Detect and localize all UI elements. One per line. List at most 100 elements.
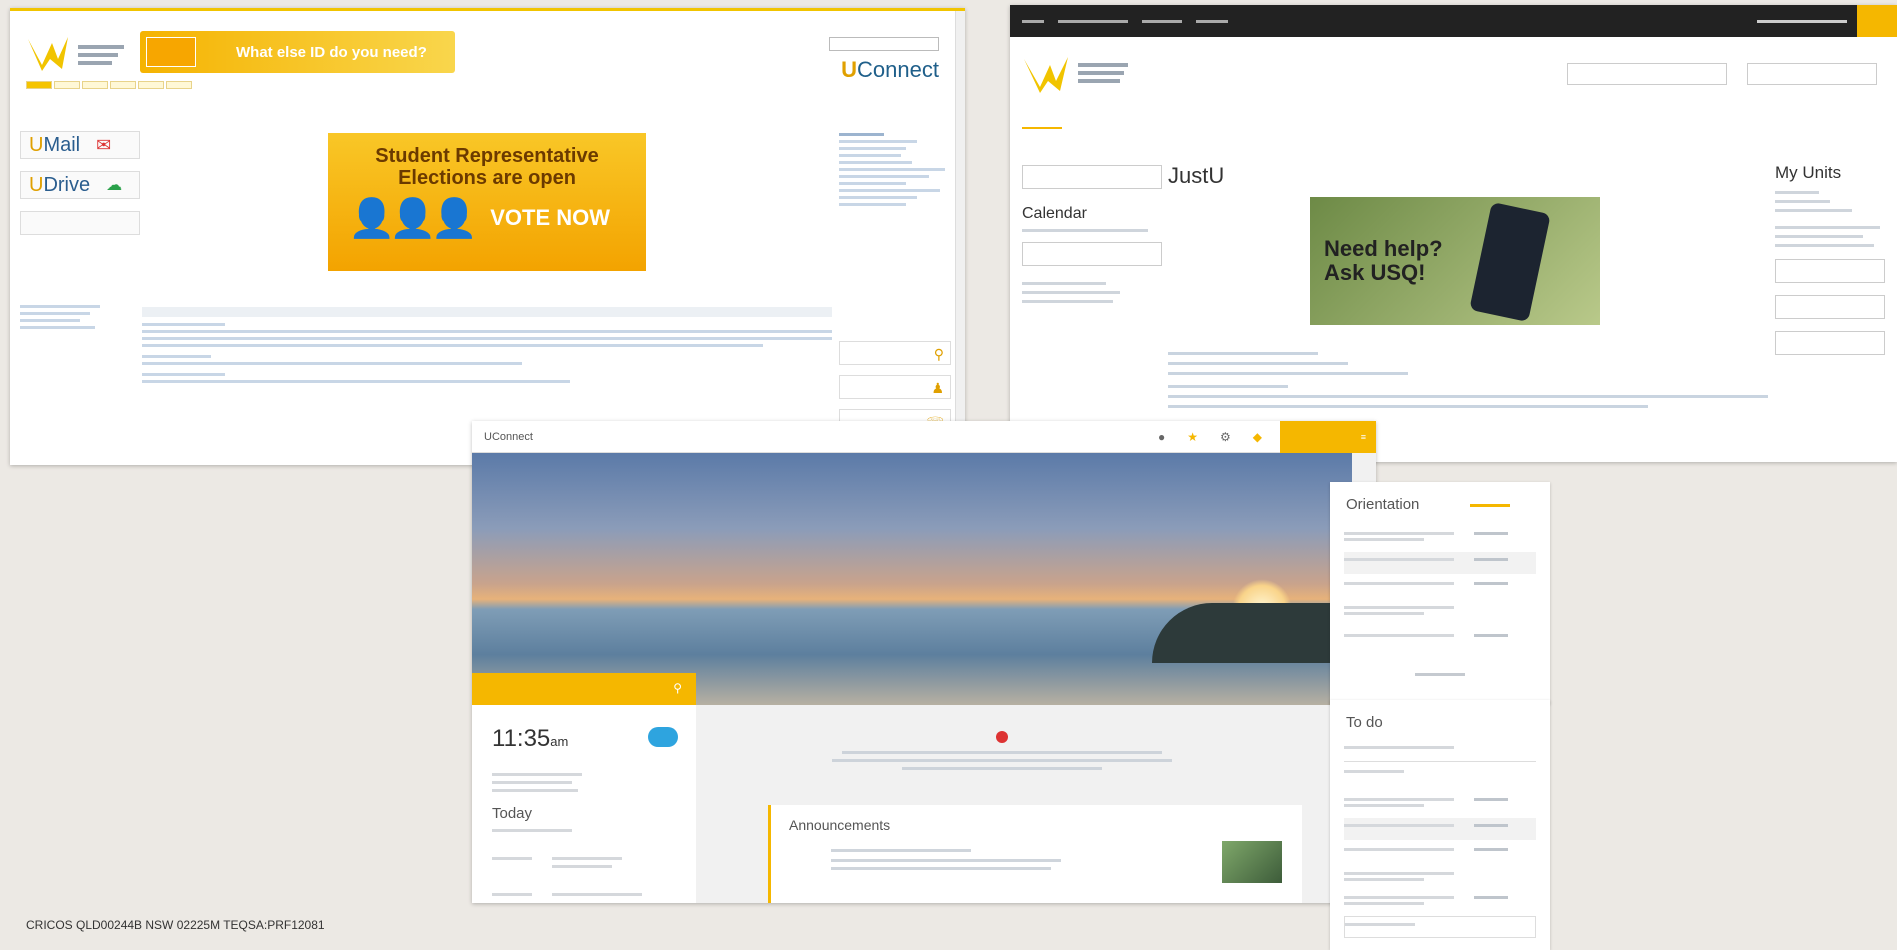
orientation-task[interactable]	[1344, 552, 1536, 574]
todo-item[interactable]	[1344, 818, 1536, 840]
help-text: Need help? Ask USQ!	[1324, 236, 1443, 285]
id-banner[interactable]: What else ID do you need?	[140, 31, 455, 73]
usq-select[interactable]	[1022, 165, 1162, 189]
today-heading: Today	[492, 805, 533, 822]
unit-box[interactable]	[1775, 259, 1885, 283]
announcements-heading: Announcements	[789, 817, 891, 833]
todo-item[interactable]	[1344, 842, 1536, 864]
unit-box[interactable]	[1775, 295, 1885, 319]
old-nav-tabs	[26, 81, 192, 89]
usq-logo	[28, 37, 124, 71]
old-right-box[interactable]: ♟	[839, 375, 951, 399]
search-icon: ⚲	[673, 681, 682, 695]
person-icon: ♟	[931, 380, 944, 396]
tab[interactable]	[1022, 117, 1062, 129]
old-nav-tab[interactable]	[82, 81, 108, 89]
alert-icon	[996, 731, 1008, 743]
umail-tile[interactable]: U Mail ✉	[20, 131, 140, 159]
usq-tabs	[1022, 117, 1398, 129]
add-todo-input[interactable]	[1344, 740, 1536, 762]
todo-item[interactable]	[1344, 890, 1536, 912]
phone-image	[1469, 201, 1551, 323]
udrive-tile[interactable]: U Drive ☁	[20, 171, 140, 199]
gmail-icon: ✉	[96, 134, 112, 155]
election-title: Student Representative	[375, 145, 599, 167]
usq-header-search[interactable]	[1747, 63, 1877, 85]
announcements-card: Announcements	[768, 805, 1302, 903]
old-right-box[interactable]: ⚲	[839, 341, 951, 365]
vote-now-label: VOTE NOW	[490, 205, 610, 230]
people-icon: 👤👤👤	[348, 198, 478, 240]
user-link[interactable]	[1757, 19, 1847, 23]
star-icon[interactable]: ★	[1187, 430, 1198, 444]
orientation-task[interactable]	[1344, 600, 1536, 622]
cricos-footer: CRICOS QLD00244B NSW 02225M TEQSA:PRF120…	[26, 918, 325, 932]
tab[interactable]	[1338, 117, 1398, 129]
bookmark-icon[interactable]: ◆	[1253, 430, 1262, 444]
orientation-panel: Orientation	[1330, 482, 1550, 704]
quick-link-tile[interactable]	[20, 211, 140, 235]
old-nav-tab[interactable]	[138, 81, 164, 89]
top-bar-link[interactable]	[1022, 19, 1044, 23]
app-title: UConnect	[484, 430, 533, 443]
usq-select[interactable]	[1022, 242, 1162, 266]
todo-filter[interactable]	[1344, 764, 1536, 786]
usq-logo	[1024, 57, 1128, 93]
my-units-panel: My Units	[1775, 163, 1885, 367]
orientation-task[interactable]	[1344, 576, 1536, 598]
old-right-links	[839, 129, 951, 210]
todo-item[interactable]	[1344, 866, 1536, 888]
user-menu-button[interactable]	[1857, 5, 1897, 37]
uconnect-brand: UConnect	[841, 57, 939, 82]
clock-time: 11:35am	[492, 725, 569, 752]
election-banner[interactable]: Student Representative Elections are open…	[328, 133, 646, 271]
new-uconnect-screenshot: UConnect ● ★ ⚙ ◆ ≡ ⚲ 11:35am Today Annou…	[472, 421, 1376, 903]
usq-left-column: Calendar	[1022, 165, 1162, 309]
banner-thumb	[146, 37, 196, 67]
notification-icon[interactable]: ●	[1158, 430, 1165, 444]
banner-title: What else ID do you need?	[236, 43, 427, 61]
tab[interactable]	[1084, 117, 1130, 129]
old-portal-screenshot: What else ID do you need? UConnect U Mail…	[10, 8, 965, 465]
old-quick-links: U Mail ✉ U Drive ☁	[20, 131, 140, 247]
my-units-heading: My Units	[1775, 163, 1842, 182]
orientation-progress	[1470, 504, 1510, 507]
calendar-heading: Calendar	[1022, 205, 1087, 222]
headland-image	[1152, 603, 1352, 663]
usq-top-bar	[1010, 5, 1897, 37]
orientation-task[interactable]	[1344, 628, 1536, 650]
tab[interactable]	[1152, 117, 1198, 129]
app-bar: UConnect ● ★ ⚙ ◆ ≡	[472, 421, 1376, 453]
top-bar-link[interactable]	[1142, 19, 1182, 23]
tab[interactable]	[1278, 117, 1316, 129]
todo-panel: To do	[1330, 700, 1550, 950]
tab[interactable]	[1220, 117, 1256, 129]
search-icon: ⚲	[933, 346, 944, 362]
old-nav-tab[interactable]	[166, 81, 192, 89]
top-bar-link[interactable]	[1058, 19, 1128, 23]
todo-item[interactable]	[1344, 916, 1536, 938]
orientation-heading: Orientation	[1346, 496, 1420, 513]
notice-message	[812, 731, 1192, 775]
todo-heading: To do	[1346, 714, 1383, 731]
search-input[interactable]: ⚲	[472, 673, 696, 705]
old-nav-tab[interactable]	[54, 81, 80, 89]
announcement-thumbnail[interactable]	[1222, 841, 1282, 883]
time-card: 11:35am Today	[472, 705, 696, 903]
usq-header-select[interactable]	[1567, 63, 1727, 85]
todo-item[interactable]	[1344, 792, 1536, 814]
old-scrollbar[interactable]	[955, 11, 965, 465]
orientation-task[interactable]	[1344, 526, 1536, 548]
study-dropdown-button[interactable]: ≡	[1280, 421, 1376, 453]
usq-portal-screenshot: Calendar JustU Need help? Ask USQ! My Uni…	[1010, 5, 1897, 462]
help-banner[interactable]: Need help? Ask USQ!	[1310, 197, 1600, 325]
election-subtitle: Elections are open	[398, 167, 576, 189]
hero-image	[472, 453, 1352, 705]
show-more-link[interactable]	[1330, 668, 1550, 678]
gear-icon[interactable]: ⚙	[1220, 430, 1231, 444]
top-bar-link[interactable]	[1196, 19, 1228, 23]
old-search-input[interactable]	[829, 37, 939, 51]
unit-box[interactable]	[1775, 331, 1885, 355]
old-nav-tab[interactable]	[26, 81, 52, 89]
old-nav-tab[interactable]	[110, 81, 136, 89]
